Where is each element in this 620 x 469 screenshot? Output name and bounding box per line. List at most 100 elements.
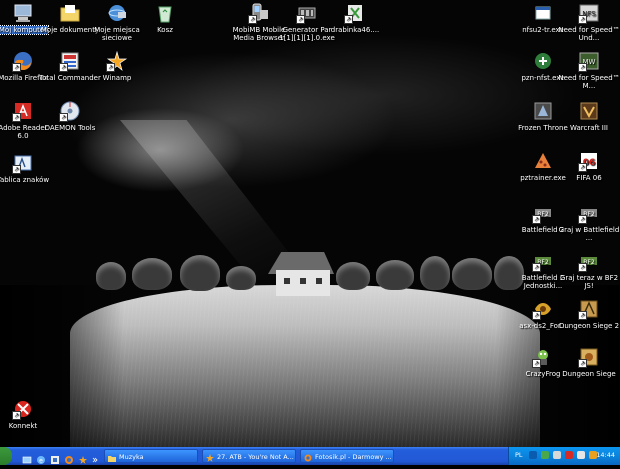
shortcut-arrow-icon: ↗ bbox=[578, 359, 587, 368]
shortcut-arrow-icon: ↗ bbox=[59, 63, 68, 72]
shortcut-arrow-icon: ↗ bbox=[532, 359, 541, 368]
desktop-icon-nfs-mostwanted[interactable]: MW ↗ Need for Speed™ M... bbox=[558, 50, 620, 90]
tree bbox=[376, 260, 414, 290]
desktop-icon-dungeon-siege-2[interactable]: ↗ Dungeon Siege 2 bbox=[558, 298, 620, 330]
shortcut-arrow-icon: ↗ bbox=[578, 215, 587, 224]
daemon-tools-icon: ↗ bbox=[59, 100, 81, 122]
desktop-icon-nfs-underground[interactable]: NFS ↗ Need for Speed™ Und... bbox=[558, 2, 620, 42]
shortcut-arrow-icon: ↗ bbox=[532, 263, 541, 272]
taskbar-task-muzyka[interactable]: Muzyka bbox=[104, 449, 198, 463]
icon-label: Tablica znaków bbox=[0, 176, 50, 184]
drabinka-icon: ↗ bbox=[344, 2, 366, 24]
dungeon-siege-icon: ↗ bbox=[578, 346, 600, 368]
tree bbox=[226, 266, 256, 290]
icon-label: Graj w Battlefield ... bbox=[558, 226, 620, 242]
desktop-icon-character-map[interactable]: ↗ Tablica znaków bbox=[0, 152, 54, 184]
icon-label: Need for Speed™ Und... bbox=[558, 26, 620, 42]
battlefield-icon: BF2 ↗ bbox=[578, 202, 600, 224]
exe-file-icon bbox=[532, 2, 554, 24]
desktop-icon-drabinka[interactable]: ↗ drabinka46.... bbox=[324, 2, 386, 34]
desktop-icon-winamp[interactable]: ↗ Winamp bbox=[86, 50, 148, 82]
winamp-icon: ↗ bbox=[106, 50, 128, 72]
tray-messenger-icon[interactable] bbox=[565, 451, 573, 459]
total-commander-icon: ↗ bbox=[59, 50, 81, 72]
icon-label: Winamp bbox=[102, 74, 132, 82]
dungeon-siege-icon: ↗ bbox=[532, 298, 554, 320]
quick-launch-media-icon[interactable] bbox=[50, 450, 60, 464]
quick-launch-winamp-icon[interactable] bbox=[78, 450, 88, 464]
firefox-icon bbox=[304, 453, 312, 462]
desktop-icon-fifa-06[interactable]: 06 ↗ FIFA 06 bbox=[558, 150, 620, 182]
shortcut-arrow-icon: ↗ bbox=[12, 411, 21, 420]
desktop-icon-graj-teraz-bf2[interactable]: BF2 ↗ Graj teraz w BF2 JS! bbox=[558, 250, 620, 290]
tray-network-icon[interactable] bbox=[541, 451, 549, 459]
tray-arrow-icon[interactable] bbox=[529, 451, 537, 459]
battlefield-icon: BF2 ↗ bbox=[532, 202, 554, 224]
desktop-wallpaper: Mój komputer Moje dokumenty Moje miejsca… bbox=[0, 0, 620, 447]
system-tray: PL 14:44 bbox=[508, 447, 620, 465]
tree bbox=[132, 258, 172, 290]
quick-launch-more-icon[interactable] bbox=[92, 450, 98, 463]
character-map-icon: ↗ bbox=[12, 152, 34, 174]
nfs-underground-icon: NFS ↗ bbox=[578, 2, 600, 24]
icon-label: Dungeon Siege bbox=[562, 370, 616, 378]
taskbar-task-firefox[interactable]: Fotosik.pl - Darmowy ... bbox=[300, 449, 394, 463]
icon-label: Konnekt bbox=[8, 422, 38, 430]
shortcut-arrow-icon: ↗ bbox=[532, 311, 541, 320]
tray-antivirus-icon[interactable] bbox=[553, 451, 561, 459]
start-button[interactable] bbox=[0, 447, 12, 465]
svg-text:e: e bbox=[39, 458, 43, 465]
shortcut-arrow-icon: ↗ bbox=[578, 163, 587, 172]
shortcut-arrow-icon: ↗ bbox=[532, 215, 541, 224]
taskbar-task-winamp[interactable]: 27. ATB - You're Not A... bbox=[202, 449, 296, 463]
shortcut-arrow-icon: ↗ bbox=[344, 15, 353, 24]
dungeon-siege-icon: ↗ bbox=[578, 298, 600, 320]
desktop-icon-konnekt[interactable]: ↗ Konnekt bbox=[0, 398, 54, 430]
shortcut-arrow-icon: ↗ bbox=[12, 63, 21, 72]
icon-label: Dungeon Siege 2 bbox=[558, 322, 620, 330]
tree bbox=[336, 262, 370, 290]
firefox-icon: ↗ bbox=[12, 50, 34, 72]
warcraft-icon bbox=[578, 100, 600, 122]
trainer-icon bbox=[532, 150, 554, 172]
desktop-icon-dungeon-siege[interactable]: ↗ Dungeon Siege bbox=[558, 346, 620, 378]
desktop-icon-daemon-tools[interactable]: ↗ DAEMON Tools bbox=[39, 100, 101, 132]
konnekt-icon: ↗ bbox=[12, 398, 34, 420]
winamp-icon bbox=[206, 453, 214, 462]
icon-label: Need for Speed™ M... bbox=[558, 74, 620, 90]
tray-clock[interactable]: 14:44 bbox=[596, 451, 615, 459]
shortcut-arrow-icon: ↗ bbox=[12, 113, 21, 122]
frozen-throne-icon bbox=[532, 100, 554, 122]
task-label: Muzyka bbox=[119, 453, 144, 461]
computer-icon bbox=[12, 2, 34, 24]
icon-label: FIFA 06 bbox=[576, 174, 602, 182]
tree bbox=[420, 256, 450, 290]
house bbox=[264, 252, 338, 298]
shortcut-arrow-icon: ↗ bbox=[12, 165, 21, 174]
quick-launch-desktop-icon[interactable] bbox=[22, 450, 32, 464]
tree bbox=[180, 255, 220, 291]
shortcut-arrow-icon: ↗ bbox=[106, 63, 115, 72]
shortcut-arrow-icon: ↗ bbox=[248, 15, 257, 24]
exe-file-icon bbox=[532, 50, 554, 72]
icon-label: Graj teraz w BF2 JS! bbox=[559, 274, 619, 290]
tree bbox=[452, 258, 492, 290]
task-label: 27. ATB - You're Not A... bbox=[217, 453, 294, 461]
quick-launch-firefox-icon[interactable] bbox=[64, 450, 74, 464]
desktop-icon-graj-battlefield[interactable]: BF2 ↗ Graj w Battlefield ... bbox=[558, 202, 620, 242]
shortcut-arrow-icon: ↗ bbox=[578, 263, 587, 272]
folder-icon bbox=[108, 453, 116, 462]
nfs-mostwanted-icon: MW ↗ bbox=[578, 50, 600, 72]
language-indicator[interactable]: PL bbox=[515, 451, 523, 459]
tray-volume-icon[interactable] bbox=[577, 451, 585, 459]
desktop-icon-warcraft[interactable]: Warcraft III bbox=[558, 100, 620, 132]
desktop-icon-recycle-bin[interactable]: Kosz bbox=[134, 2, 196, 34]
quick-launch-ie-icon[interactable]: e bbox=[36, 450, 46, 465]
shortcut-arrow-icon: ↗ bbox=[59, 113, 68, 122]
icon-label: Warcraft III bbox=[569, 124, 608, 132]
tree bbox=[96, 262, 126, 290]
shortcut-arrow-icon: ↗ bbox=[296, 15, 305, 24]
shortcut-arrow-icon: ↗ bbox=[578, 63, 587, 72]
generator-icon: ↗ bbox=[296, 2, 318, 24]
adobe-reader-icon: ↗ bbox=[12, 100, 34, 122]
